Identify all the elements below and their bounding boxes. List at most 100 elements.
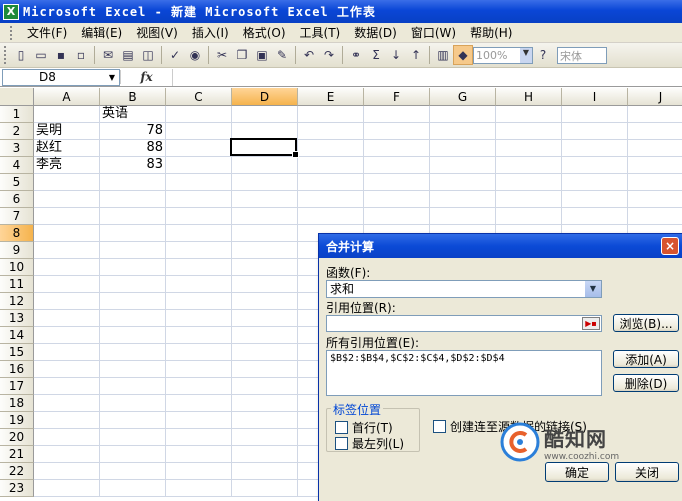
zoom-dropdown[interactable]: 100% ▼ [473,46,533,64]
cell-J7[interactable] [628,208,682,225]
format-painter-icon[interactable]: ✎ [272,45,292,65]
row-header[interactable]: 10 [0,259,34,276]
cell-D9[interactable] [232,242,298,259]
cell-B21[interactable] [100,446,166,463]
cell-D20[interactable] [232,429,298,446]
cell-I5[interactable] [562,174,628,191]
permission-icon[interactable]: ▫ [71,45,91,65]
fx-icon[interactable]: fx [120,70,172,84]
spelling-icon[interactable]: ✓ [165,45,185,65]
cell-J3[interactable] [628,140,682,157]
row-header[interactable]: 21 [0,446,34,463]
cell-C19[interactable] [166,412,232,429]
cell-C17[interactable] [166,378,232,395]
cell-E1[interactable] [298,106,364,123]
cell-I4[interactable] [562,157,628,174]
select-all-corner[interactable] [0,88,34,106]
cell-B12[interactable] [100,293,166,310]
cell-F4[interactable] [364,157,430,174]
cell-B23[interactable] [100,480,166,497]
cell-D13[interactable] [232,310,298,327]
cell-A18[interactable] [34,395,100,412]
row-header[interactable]: 23 [0,480,34,497]
cell-C15[interactable] [166,344,232,361]
cell-B9[interactable] [100,242,166,259]
font-dropdown[interactable]: 宋体 [557,46,607,64]
cell-F6[interactable] [364,191,430,208]
cell-B3[interactable]: 88 [100,140,166,157]
cell-A9[interactable] [34,242,100,259]
chart-wizard-icon[interactable]: ▥ [433,45,453,65]
cell-C10[interactable] [166,259,232,276]
cell-B13[interactable] [100,310,166,327]
drawing-icon[interactable]: ◆ [453,45,473,65]
cell-B15[interactable] [100,344,166,361]
cell-C12[interactable] [166,293,232,310]
menu-window[interactable]: 窗口(W) [404,24,463,41]
cell-J5[interactable] [628,174,682,191]
row-header[interactable]: 4 [0,157,34,174]
column-header[interactable]: D [232,88,298,106]
redo-icon[interactable]: ↷ [319,45,339,65]
cell-E2[interactable] [298,123,364,140]
reference-input[interactable]: ▶▪ [326,315,602,332]
cell-A21[interactable] [34,446,100,463]
print-preview-icon[interactable]: ◫ [138,45,158,65]
row-header[interactable]: 16 [0,361,34,378]
row-header[interactable]: 19 [0,412,34,429]
cell-B14[interactable] [100,327,166,344]
row-header[interactable]: 17 [0,378,34,395]
cell-C11[interactable] [166,276,232,293]
cell-C14[interactable] [166,327,232,344]
cell-B19[interactable] [100,412,166,429]
formula-input[interactable] [172,68,682,86]
chevron-down-icon[interactable]: ▼ [105,73,119,82]
cell-G3[interactable] [430,140,496,157]
hyperlink-icon[interactable]: ⚭ [346,45,366,65]
cell-A5[interactable] [34,174,100,191]
cell-H2[interactable] [496,123,562,140]
chevron-down-icon[interactable]: ▼ [585,281,601,297]
row-header[interactable]: 7 [0,208,34,225]
cell-G6[interactable] [430,191,496,208]
cell-H6[interactable] [496,191,562,208]
cell-C13[interactable] [166,310,232,327]
cell-D1[interactable] [232,106,298,123]
cell-A3[interactable]: 赵红 [34,140,100,157]
cell-F7[interactable] [364,208,430,225]
row-header[interactable]: 12 [0,293,34,310]
row-header[interactable]: 8 [0,225,34,242]
row-header[interactable]: 20 [0,429,34,446]
row-header[interactable]: 1 [0,106,34,123]
cell-E7[interactable] [298,208,364,225]
row-header[interactable]: 13 [0,310,34,327]
cell-F2[interactable] [364,123,430,140]
cell-A19[interactable] [34,412,100,429]
cell-D21[interactable] [232,446,298,463]
cell-A12[interactable] [34,293,100,310]
cell-C3[interactable] [166,140,232,157]
browse-button[interactable]: 浏览(B)... [613,314,679,332]
cell-C7[interactable] [166,208,232,225]
all-references-list[interactable]: $B$2:$B$4,$C$2:$C$4,$D$2:$D$4 [326,350,602,396]
column-header[interactable]: J [628,88,682,106]
cell-B2[interactable]: 78 [100,123,166,140]
copy-icon[interactable]: ❐ [232,45,252,65]
cell-D7[interactable] [232,208,298,225]
cell-H7[interactable] [496,208,562,225]
paste-icon[interactable]: ▣ [252,45,272,65]
add-button[interactable]: 添加(A) [613,350,679,368]
cell-C23[interactable] [166,480,232,497]
cell-B16[interactable] [100,361,166,378]
row-header[interactable]: 15 [0,344,34,361]
cell-A15[interactable] [34,344,100,361]
cell-F1[interactable] [364,106,430,123]
cell-C21[interactable] [166,446,232,463]
save-icon[interactable]: ▪ [51,45,71,65]
cell-D23[interactable] [232,480,298,497]
cell-B22[interactable] [100,463,166,480]
cell-B6[interactable] [100,191,166,208]
column-header[interactable]: I [562,88,628,106]
cell-I6[interactable] [562,191,628,208]
cell-B4[interactable]: 83 [100,157,166,174]
